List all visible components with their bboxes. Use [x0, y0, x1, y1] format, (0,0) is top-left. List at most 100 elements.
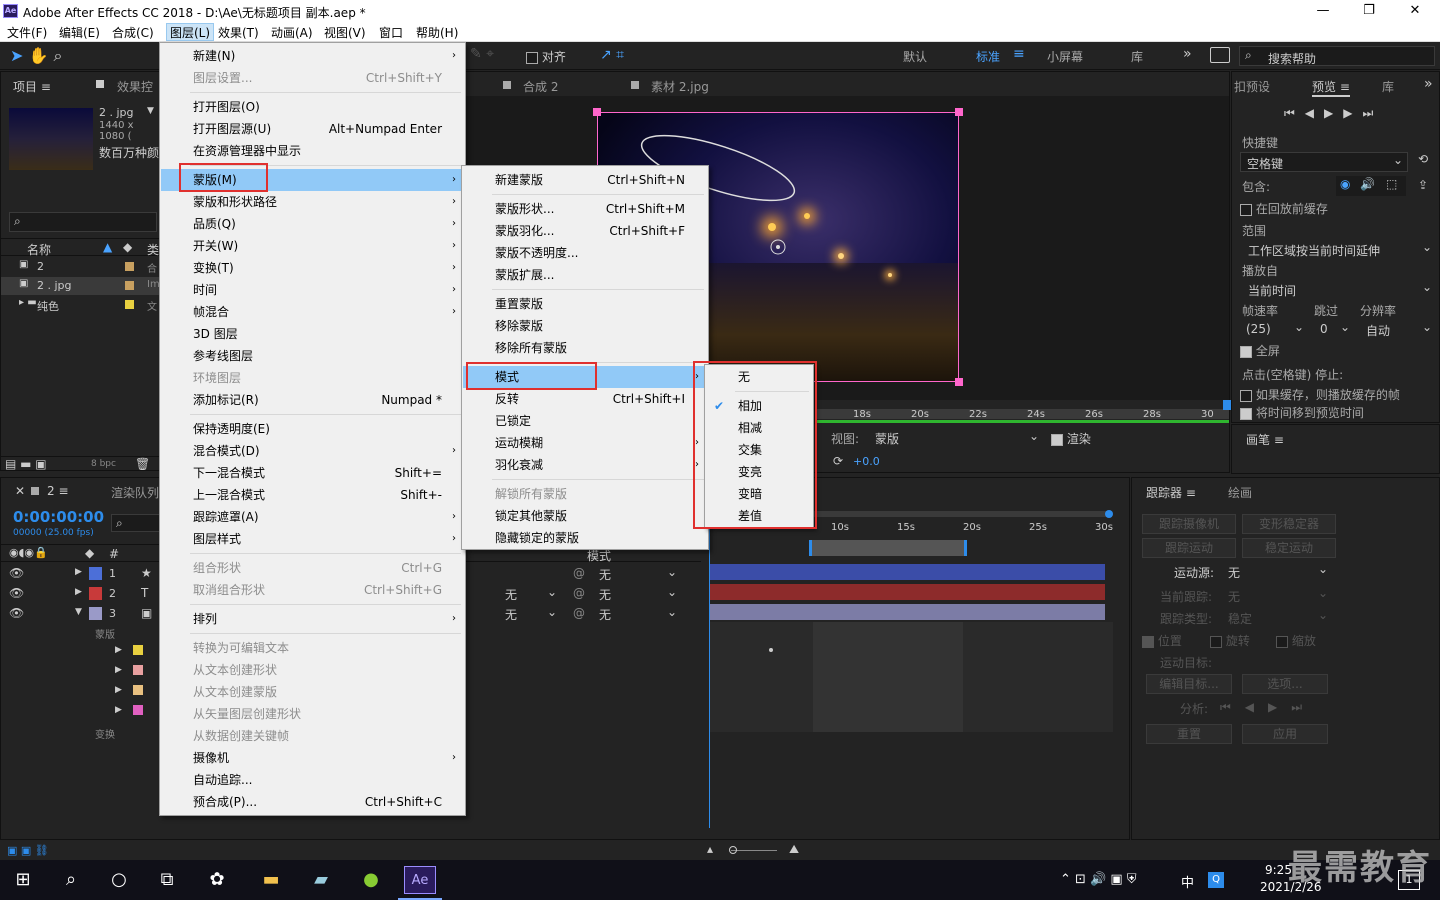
- current-track-select[interactable]: 无 ⌄: [1224, 586, 1332, 606]
- parent-pickwhip-icon[interactable]: @: [573, 606, 585, 620]
- menu-item[interactable]: 转换为可编辑文本: [161, 637, 464, 659]
- zoom-out-icon[interactable]: ▴: [707, 842, 713, 856]
- label-color[interactable]: [125, 262, 134, 271]
- include-icons[interactable]: ◉ 🔊 ⬚: [1336, 176, 1406, 196]
- bpc-label[interactable]: 8 bpc: [91, 459, 116, 469]
- cache-before-toggle[interactable]: 在回放前缓存: [1240, 200, 1328, 217]
- options-button[interactable]: 选项...: [1242, 674, 1328, 694]
- move-time-toggle[interactable]: 将时间移到预览时间: [1240, 404, 1364, 421]
- expand-arrow-icon[interactable]: ▶: [115, 645, 122, 655]
- sync-settings-icon[interactable]: [1210, 47, 1230, 63]
- delete-icon[interactable]: 🗑: [135, 457, 150, 471]
- warp-stabilizer-button[interactable]: 变形稳定器: [1242, 514, 1336, 534]
- menu-item[interactable]: 帧混合 ›: [161, 301, 464, 323]
- expand-arrow-icon[interactable]: ▶: [115, 685, 122, 695]
- layer-bar-3[interactable]: [709, 604, 1105, 620]
- label-color[interactable]: [89, 607, 102, 620]
- zoom-slider[interactable]: [731, 850, 777, 851]
- menu-0[interactable]: 文件(F): [7, 24, 47, 41]
- mask-row[interactable]: ▶: [1, 662, 161, 680]
- range-select[interactable]: 工作区域按当前时间延伸 ⌄: [1240, 240, 1436, 260]
- motion-source-select[interactable]: 无 ⌄: [1224, 562, 1332, 582]
- search-help-box[interactable]: ⌕ 搜索帮助: [1239, 46, 1435, 66]
- after-effects-task-icon[interactable]: Ae: [404, 866, 436, 894]
- fullscreen-checkbox[interactable]: [1240, 345, 1252, 358]
- menu-item[interactable]: 新建蒙版 Ctrl+Shift+N: [463, 169, 707, 191]
- work-area-range[interactable]: [809, 540, 967, 556]
- menu-item[interactable]: 组合形状 Ctrl+G: [161, 557, 464, 579]
- reset-button[interactable]: 重置: [1146, 724, 1232, 744]
- cortana-icon[interactable]: ○: [104, 866, 134, 894]
- expand-arrow-icon[interactable]: ▶: [75, 567, 82, 577]
- keyframe[interactable]: [769, 648, 773, 652]
- menu-item[interactable]: 图层设置... Ctrl+Shift+Y: [161, 67, 464, 89]
- menu-6[interactable]: 视图(V): [324, 24, 366, 41]
- menu-2[interactable]: 合成(C): [112, 24, 154, 41]
- parent-pickwhip-icon[interactable]: @: [573, 586, 585, 600]
- footage-tab[interactable]: 素材 2.jpg: [651, 78, 709, 95]
- menu-item[interactable]: 取消组合形状 Ctrl+Shift+G: [161, 579, 464, 601]
- menu-item[interactable]: 从文本创建形状: [161, 659, 464, 681]
- maximize-button[interactable]: ❐: [1346, 2, 1392, 20]
- shortcut-select[interactable]: 空格键 ⌄: [1240, 152, 1408, 172]
- expand-arrow-icon[interactable]: ▼: [75, 607, 82, 617]
- av-switches-icon[interactable]: ◉◖◉🔒: [9, 546, 48, 559]
- current-time-indicator[interactable]: [709, 518, 710, 828]
- render-toggle[interactable]: 渲染: [1051, 430, 1091, 447]
- layer-search-input[interactable]: ⌕: [111, 514, 161, 532]
- menu-item[interactable]: 蒙版和形状路径 ›: [161, 191, 464, 213]
- mask-color[interactable]: [133, 685, 143, 695]
- layer-bar-2[interactable]: [709, 584, 1105, 600]
- layer-handle[interactable]: [955, 378, 963, 386]
- menu-item[interactable]: 在资源管理器中显示: [161, 140, 464, 162]
- effects-control-tab[interactable]: 效果控: [117, 78, 153, 95]
- tracker-tab[interactable]: 跟踪器 ≡: [1146, 484, 1196, 501]
- menu-item[interactable]: 3D 图层: [161, 323, 464, 345]
- menu-4[interactable]: 效果(T): [218, 24, 259, 41]
- reset-exposure-icon[interactable]: ⟳: [833, 454, 843, 468]
- export-icon[interactable]: ⇪: [1418, 178, 1428, 192]
- mask-color[interactable]: [133, 705, 143, 715]
- menu-item[interactable]: 下一混合模式 Shift+=: [161, 462, 464, 484]
- label-tag-icon[interactable]: ◆: [85, 546, 94, 560]
- menu-item[interactable]: 蒙版不透明度...: [463, 242, 707, 264]
- close-button[interactable]: ✕: [1392, 2, 1438, 20]
- file-explorer-icon[interactable]: ▬: [256, 866, 286, 894]
- pinwheel-app-icon[interactable]: ✿: [202, 866, 232, 894]
- menu-item[interactable]: 排列 ›: [161, 608, 464, 630]
- menu-3[interactable]: 图层(L): [166, 23, 215, 41]
- mask-row[interactable]: ▶: [1, 642, 161, 660]
- item-dropdown-icon[interactable]: ▼: [147, 106, 154, 116]
- overlay-icon[interactable]: ⬚: [1386, 177, 1397, 191]
- project-search-input[interactable]: ⌕: [9, 212, 157, 232]
- expand-arrow-icon[interactable]: ▶: [115, 705, 122, 715]
- fullscreen-toggle[interactable]: 全屏: [1240, 342, 1280, 359]
- menu-7[interactable]: 窗口: [379, 24, 403, 41]
- parent-select[interactable]: 无 ⌄: [595, 585, 681, 603]
- menu-item[interactable]: 从文本创建蒙版: [161, 681, 464, 703]
- close-tab-icon[interactable]: ✕: [15, 484, 25, 498]
- snap-checkbox[interactable]: [526, 51, 538, 64]
- presets-tab[interactable]: 扣预设: [1234, 78, 1270, 95]
- menu-1[interactable]: 编辑(E): [59, 24, 100, 41]
- exposure-value[interactable]: +0.0: [853, 455, 880, 468]
- menu-item[interactable]: 重置蒙版: [463, 293, 707, 315]
- menu-item[interactable]: 打开图层源(U) Alt+Numpad Enter: [161, 118, 464, 140]
- mask-color[interactable]: [133, 645, 143, 655]
- menu-5[interactable]: 动画(A): [271, 24, 313, 41]
- qq-icon[interactable]: Q: [1208, 872, 1224, 888]
- work-area-end[interactable]: [1223, 400, 1231, 410]
- if-cached-toggle[interactable]: 如果缓存，则播放缓存的帧: [1240, 386, 1400, 403]
- menu-item[interactable]: 上一混合模式 Shift+-: [161, 484, 464, 506]
- menu-item[interactable]: 参考线图层: [161, 345, 464, 367]
- layer-bar-1[interactable]: [709, 564, 1105, 580]
- eye-icon[interactable]: 👁: [9, 586, 24, 600]
- brush-tab[interactable]: 画笔 ≡: [1246, 431, 1284, 448]
- menu-item[interactable]: 移除所有蒙版: [463, 337, 707, 359]
- project-row[interactable]: ▸ ▬ 纯色 文: [1, 296, 161, 314]
- resolution-select[interactable]: 自动 ⌄: [1360, 320, 1436, 340]
- snap-toggle[interactable]: 对齐: [526, 48, 566, 65]
- col-type[interactable]: 类: [147, 241, 159, 258]
- tray-icons[interactable]: ⌃ ⊡ 🔊 ▣ ⛨: [1060, 872, 1137, 887]
- menu-item[interactable]: 打开图层(O): [161, 96, 464, 118]
